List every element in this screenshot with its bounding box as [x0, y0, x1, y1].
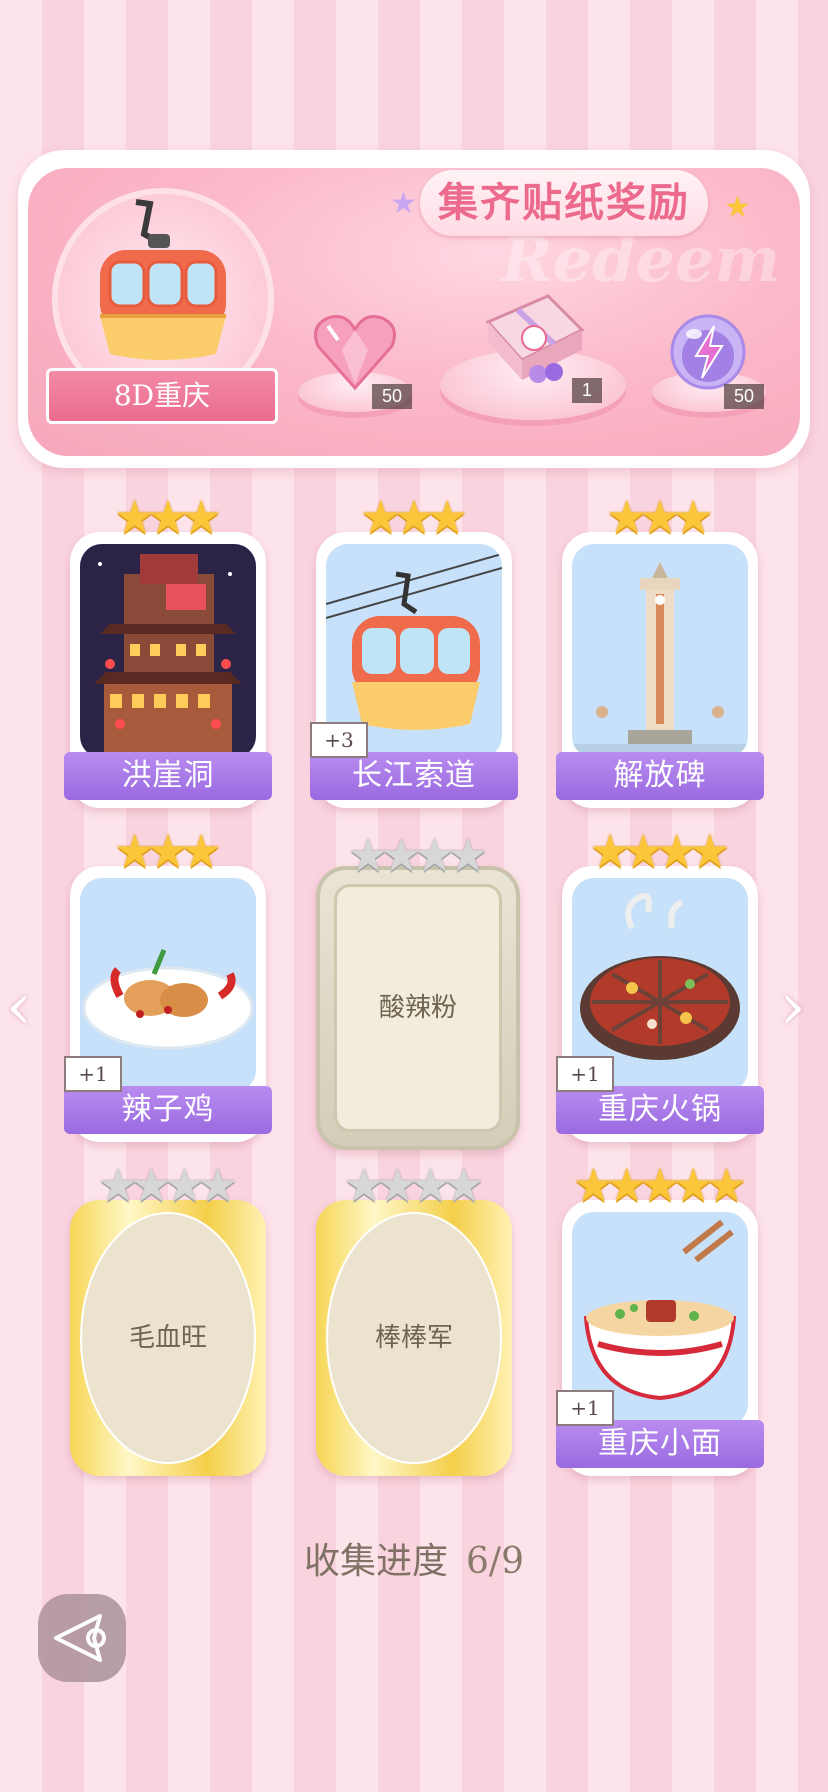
sticker-card[interactable]: 洪崖洞 ★★★ — [64, 494, 272, 808]
city-label: 8D重庆 — [46, 368, 278, 424]
sticker-name: 酸辣粉 — [378, 993, 457, 1023]
reward-count: 50 — [372, 384, 413, 409]
star-icon: ★ — [443, 1158, 485, 1212]
star-rating: ★★★ — [562, 494, 758, 540]
star-icon: ★ — [705, 1158, 748, 1212]
star-icon: ★ — [180, 824, 222, 878]
duplicate-count-badge: +1 — [556, 1390, 614, 1426]
sticker-card[interactable]: 长江索道 +3 ★★★ — [310, 494, 518, 808]
duplicate-count-badge: +3 — [310, 722, 368, 758]
duplicate-count-badge: +1 — [64, 1056, 122, 1092]
star-rating: ★★★★ — [562, 828, 758, 874]
sticker-name: 洪崖洞 — [64, 752, 272, 800]
sticker-name: 重庆小面 — [556, 1420, 764, 1468]
sticker-name: 棒棒军 — [374, 1323, 453, 1353]
star-rating: ★★★ — [70, 494, 266, 540]
sticker-card[interactable]: 酸辣粉 ★★★★ — [316, 832, 520, 1150]
sticker-name: 毛血旺 — [128, 1323, 207, 1353]
star-icon: ★ — [689, 824, 731, 878]
sticker-name: 长江索道 — [310, 752, 518, 800]
star-rating: ★★★★ — [316, 1162, 512, 1208]
star-icon: ★ — [447, 828, 489, 882]
collection-progress: 收集进度 6/9 — [0, 1532, 828, 1584]
pink-heart-gem-icon[interactable] — [312, 310, 398, 392]
star-icon: ★ — [197, 1158, 239, 1212]
banner-title: 集齐贴纸奖励 — [420, 170, 708, 236]
sticker-card[interactable]: 解放碑 ★★★ — [556, 494, 764, 808]
next-page-arrow-icon[interactable]: › — [780, 970, 806, 1044]
sticker-name: 重庆火锅 — [556, 1086, 764, 1134]
star-icon: ★ — [724, 190, 751, 225]
gift-box-icon[interactable] — [478, 282, 588, 386]
sticker-card[interactable]: 毛血旺 ★★★★ — [70, 1162, 266, 1476]
star-rating: ★★★★ — [320, 832, 516, 878]
sticker-card[interactable]: 重庆火锅 +1 ★★★★ — [556, 828, 764, 1142]
sticker-card[interactable]: 棒棒军 ★★★★ — [316, 1162, 512, 1476]
star-icon: ★ — [180, 490, 222, 544]
duplicate-count-badge: +1 — [556, 1056, 614, 1092]
star-rating: ★★★ — [316, 494, 512, 540]
sticker-name: 解放碑 — [556, 752, 764, 800]
star-icon: ★ — [390, 186, 417, 221]
back-arrow-icon — [54, 1614, 106, 1662]
reward-count: 50 — [724, 384, 765, 409]
star-rating: ★★★ — [70, 828, 266, 874]
hongyadong-building-icon — [80, 544, 256, 758]
sticker-card[interactable]: 辣子鸡 +1 ★★★ — [64, 828, 272, 1142]
star-icon: ★ — [426, 490, 468, 544]
sticker-name: 辣子鸡 — [64, 1086, 272, 1134]
star-rating: ★★★★ — [70, 1162, 266, 1208]
previous-page-arrow-icon[interactable]: ‹ — [6, 970, 32, 1044]
back-button[interactable] — [38, 1594, 126, 1682]
reward-count: 1 — [572, 378, 603, 403]
purple-lightning-orb-icon[interactable] — [668, 312, 748, 392]
progress-value: 6/9 — [466, 1541, 524, 1582]
star-rating: ★★★★★ — [562, 1162, 758, 1208]
monument-tower-icon — [572, 544, 748, 758]
sticker-card[interactable]: 重庆小面 +1 ★★★★★ — [556, 1162, 764, 1476]
progress-label: 收集进度 — [304, 1541, 449, 1582]
star-icon: ★ — [672, 490, 714, 544]
